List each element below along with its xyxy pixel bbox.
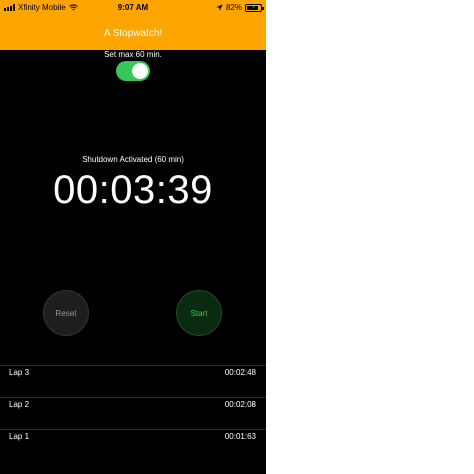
lap-name: Lap 3 <box>9 368 30 377</box>
shutdown-status: Shutdown Activated (60 min) <box>82 155 184 164</box>
list-item: Lap 1 00:01:63 <box>0 429 266 461</box>
list-item: Lap 3 00:02:48 <box>0 365 266 397</box>
charging-bolt-icon: ⚡ <box>251 3 256 11</box>
app-title: A Stopwatch! <box>103 27 163 39</box>
max-time-label: Set max 60 min. <box>104 50 162 59</box>
lap-list: Lap 3 00:02:48 Lap 2 00:02:08 Lap 1 00:0… <box>0 365 266 461</box>
reset-button[interactable]: Reset <box>43 290 89 336</box>
lap-time: 00:02:48 <box>224 368 256 377</box>
toggle-knob <box>132 63 148 79</box>
lap-name: Lap 1 <box>9 432 30 441</box>
list-item: Lap 2 00:02:08 <box>0 397 266 429</box>
lap-time: 00:01:63 <box>224 432 256 441</box>
lap-time: 00:02:08 <box>224 400 256 409</box>
max-time-toggle[interactable] <box>116 61 150 81</box>
start-button[interactable]: Start <box>176 290 222 336</box>
app-header: A Stopwatch! <box>0 16 266 50</box>
status-bar: Xfinity Mobile 9:07 AM 82% ⚡ <box>0 0 266 16</box>
lap-name: Lap 2 <box>9 400 30 409</box>
phone-screen: Xfinity Mobile 9:07 AM 82% ⚡ A Stopwatch… <box>0 0 266 474</box>
timer-display: 00:03:39 <box>53 168 213 212</box>
battery-percentage: 82% <box>225 3 242 12</box>
location-arrow-icon <box>216 4 223 11</box>
battery-icon: ⚡ <box>245 3 264 12</box>
